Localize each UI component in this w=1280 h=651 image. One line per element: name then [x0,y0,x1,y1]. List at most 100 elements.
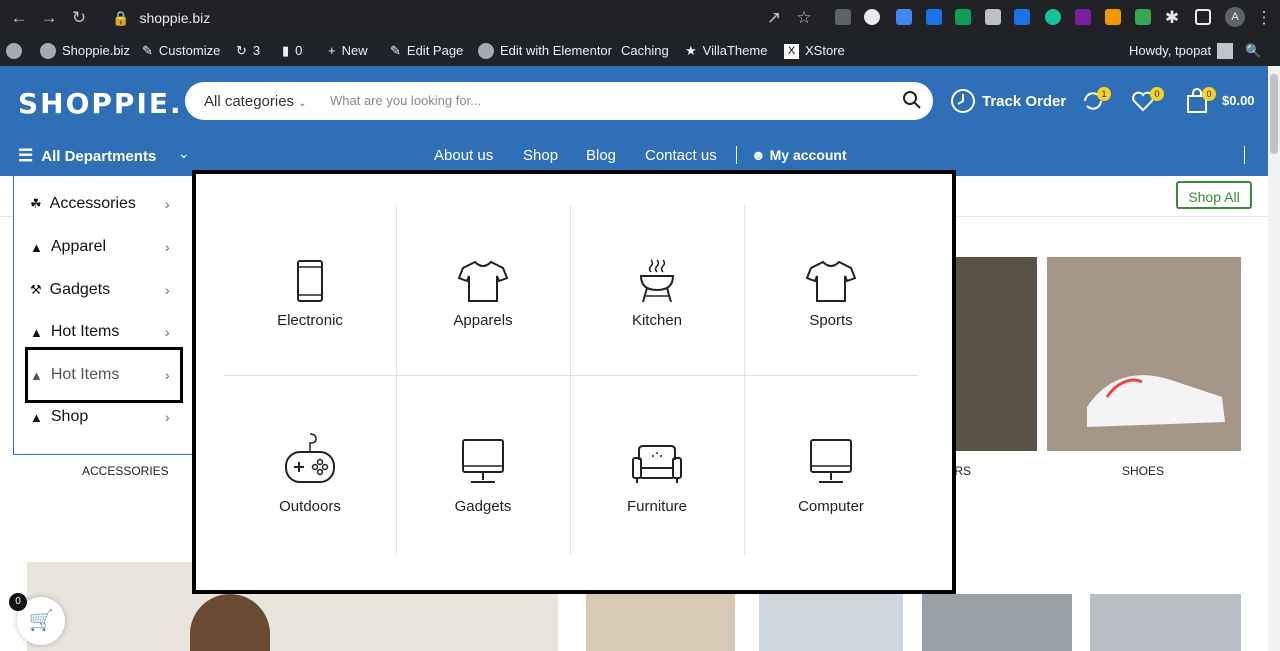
accessories-icon: ☘ [30,196,42,211]
pencil-icon: ✎ [390,43,401,58]
shirt-icon: ▲ [30,324,43,340]
track-order-link[interactable]: Track Order [950,88,1066,114]
tshirt-icon [805,260,857,302]
mega-item-apparels[interactable]: Apparels [397,258,569,428]
search-input[interactable]: What are you looking for... [330,93,481,108]
extension-green-icon[interactable] [1135,9,1151,25]
mega-item-computer[interactable]: Computer [745,438,917,608]
address-bar[interactable]: 🔒 shoppie.biz [100,5,820,31]
translate-icon[interactable] [926,9,942,25]
puzzle-icon[interactable]: ✱ [1163,9,1181,27]
clock-icon [951,89,975,113]
brush-icon: ✎ [142,43,153,58]
nav-about-us[interactable]: About us [434,147,493,164]
forward-icon[interactable]: → [40,9,58,27]
wp-search-icon[interactable]: 🔍 [1245,36,1261,66]
wp-howdy[interactable]: Howdy, tpopat [1129,36,1234,66]
extension-n-icon[interactable] [955,9,971,25]
all-departments-toggle[interactable]: ☰ All Departments [18,146,156,166]
browser-toolbar: ← → ↻ 🔒 shoppie.biz ↗ ☆ ✱ A ⋮ [0,0,1280,36]
page-scrollbar[interactable] [1268,66,1280,651]
category-label-accessories[interactable]: ACCESSORIES [82,464,169,478]
calendar-icon[interactable] [1075,9,1091,25]
product-thumb-3[interactable] [922,594,1072,651]
shirt-icon: ▲ [30,409,43,425]
url-text: shoppie.biz [139,10,211,26]
gamepad-icon [285,433,335,483]
monitor-icon [462,439,504,483]
chevron-down-icon: ⌄ [298,98,307,109]
nav-blog[interactable]: Blog [586,147,616,164]
mega-item-gadgets[interactable]: Gadgets [397,438,569,608]
wp-caching[interactable]: Caching [621,36,669,66]
dept-item-accessories[interactable]: ☘ Accessories [30,195,136,213]
mega-item-label: Sports [809,312,853,329]
dept-item-hot-items[interactable]: ▲ Hot Items [30,323,119,341]
wp-xstore[interactable]: X XStore [784,36,845,66]
extension-icon[interactable] [835,9,851,25]
compare-badge: 1 [1097,87,1111,101]
user-avatar-icon [1217,43,1234,59]
dept-item-gadgets[interactable]: ⚒ Gadgets [30,281,110,299]
category-label-shoes[interactable]: SHOES [1122,464,1164,478]
dept-item-shop[interactable]: ▲ Shop [30,408,88,426]
updates-icon: ↻ [236,43,247,58]
bookmark-star-icon[interactable]: ☆ [795,9,813,27]
sofa-icon [632,445,682,483]
lock-icon: 🔒 [112,10,130,26]
mega-item-sports[interactable]: Sports [745,258,917,428]
mega-item-label: Computer [798,498,864,515]
wp-customize[interactable]: ✎ Customize [142,36,220,66]
wordpress-logo-icon[interactable] [6,36,22,66]
globe-icon[interactable] [864,9,880,25]
shirt-icon: ▲ [30,239,43,255]
cart-badge: 0 [1202,87,1216,101]
mega-item-label: Electronic [277,312,343,329]
chevron-right-icon: › [165,409,170,425]
mega-item-outdoors[interactable]: Outdoors [224,432,396,602]
product-image-outdoors[interactable] [945,257,1037,451]
wp-updates[interactable]: ↻ 3 [236,36,260,66]
dept-item-apparel[interactable]: ▲ Apparel [30,238,106,256]
wp-elementor[interactable]: Edit with Elementor [478,36,612,66]
nav-contact-us[interactable]: Contact us [645,147,717,164]
mega-item-label: Gadgets [454,498,512,515]
nav-my-account[interactable]: ☻ My account [751,147,847,163]
chevron-right-icon: › [165,239,170,255]
grill-icon [639,259,675,303]
mega-item-kitchen[interactable]: Kitchen [571,258,743,428]
wp-admin-bar: Shoppie.biz ✎ Customize ↻ 3 ▮ 0 + New ✎ Edit … [0,36,1280,66]
mega-item-electronic[interactable]: Electronic [224,258,396,428]
extension-orange-icon[interactable] [1105,9,1121,25]
gadgets-icon: ⚒ [30,282,42,297]
mega-item-label: Kitchen [631,312,683,329]
sidepanel-icon[interactable] [1195,9,1211,25]
reload-icon[interactable]: ↻ [70,9,88,27]
wp-edit-page[interactable]: ✎ Edit Page [390,36,463,66]
share-icon[interactable]: ↗ [765,9,783,27]
wp-site-name[interactable]: Shoppie.biz [40,36,130,66]
mega-item-furniture[interactable]: Furniture [571,438,743,608]
new-extension-icon[interactable] [1014,9,1030,25]
cart-total[interactable]: $0.00 [1222,93,1255,108]
grammarly-icon[interactable] [1045,9,1061,25]
docs-icon[interactable] [896,9,912,25]
plus-icon: + [328,43,336,58]
product-thumb-4[interactable] [1090,594,1241,651]
menu-kebab-icon[interactable]: ⋮ [1255,9,1273,27]
wp-villatheme[interactable]: ★ VillaTheme [685,36,767,66]
site-logo[interactable]: SHOPPIE. [18,87,183,120]
camera-icon[interactable] [985,9,1001,25]
wp-new[interactable]: + New [328,36,368,66]
category-select[interactable]: All categories ⌄ [204,93,307,110]
product-image-shoes[interactable] [1047,257,1241,451]
shop-all-button[interactable]: Shop All [1176,181,1252,209]
back-icon[interactable]: ← [10,9,28,27]
scrollbar-thumb[interactable] [1270,74,1278,154]
chevron-down-icon[interactable]: ⌄ [178,145,190,162]
nav-shop[interactable]: Shop [523,147,558,164]
search-icon[interactable] [902,90,922,110]
nav-divider-right [1244,146,1245,164]
profile-avatar-icon[interactable]: A [1225,7,1245,27]
wp-comments[interactable]: ▮ 0 [282,36,302,66]
